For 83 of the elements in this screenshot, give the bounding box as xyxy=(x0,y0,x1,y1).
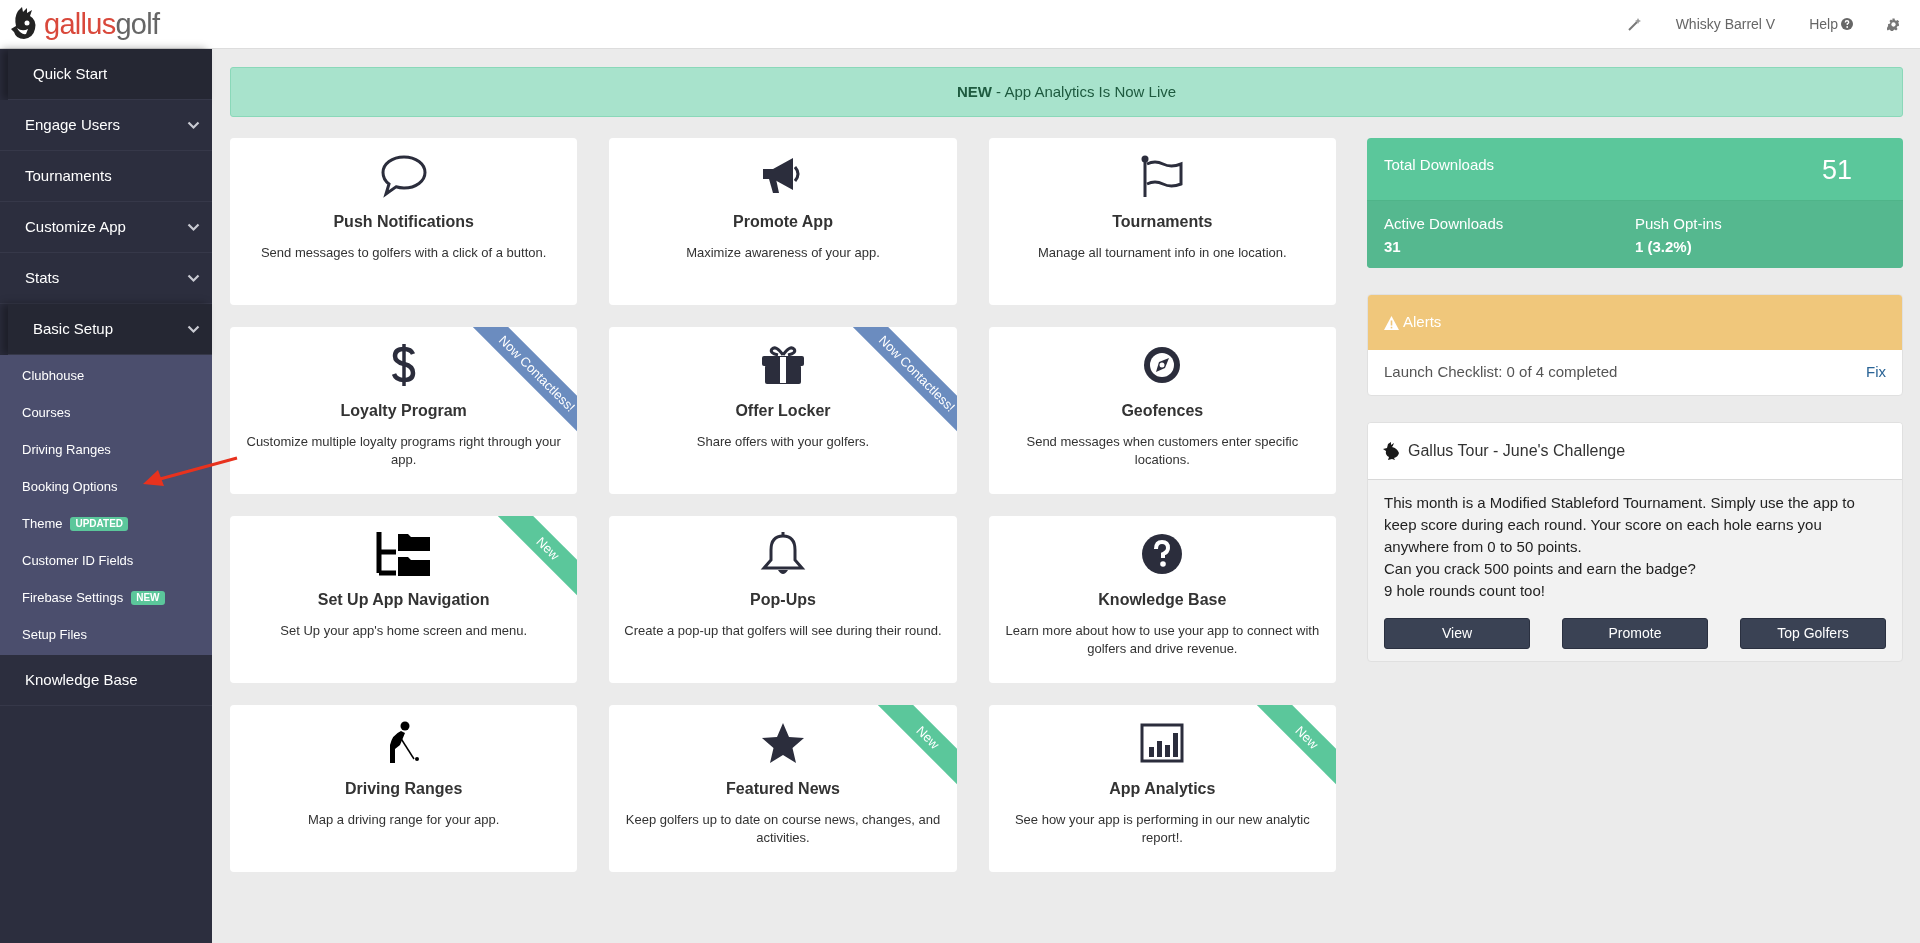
logo-text: gallusgolf xyxy=(44,9,160,39)
card-title: Geofences xyxy=(1121,401,1204,421)
compass-icon xyxy=(1142,345,1183,385)
submenu-item[interactable]: Firebase Settings NEW xyxy=(0,579,212,616)
card-title: App Analytics xyxy=(1109,779,1216,799)
challenge-title: Gallus Tour - June's Challenge xyxy=(1408,441,1626,461)
stat-label: Push Opt-ins xyxy=(1635,214,1723,234)
submenu-item[interactable]: Setup Files xyxy=(0,616,212,653)
help-link[interactable]: Help xyxy=(1809,13,1853,35)
stat-value: 51 xyxy=(1821,154,1852,187)
settings-icon[interactable] xyxy=(1887,17,1900,31)
question-circle-icon xyxy=(1141,533,1184,575)
card-title: Offer Locker xyxy=(735,401,831,421)
card-title: Knowledge Base xyxy=(1098,590,1227,610)
card-title: Tournaments xyxy=(1112,212,1213,232)
stat-value: 1 (3.2%) xyxy=(1635,236,1693,257)
warning-icon xyxy=(1384,315,1399,330)
card-title: Set Up App Navigation xyxy=(317,590,490,610)
submenu-item[interactable]: Courses xyxy=(0,394,212,431)
submenu-item[interactable]: Booking Options xyxy=(0,468,212,505)
chevron-down-icon xyxy=(187,324,200,334)
challenge-text: 9 hole rounds count too! xyxy=(1384,581,1546,601)
submenu-item[interactable]: Theme UPDATED xyxy=(0,505,212,542)
alerts-title: Alerts xyxy=(1403,312,1442,333)
submenu-item[interactable]: Driving Ranges xyxy=(0,431,212,468)
challenge-text: Can you crack 500 points and earn the badge? xyxy=(1384,559,1697,579)
magic-wand-icon[interactable] xyxy=(1627,17,1642,31)
flag-icon xyxy=(1139,154,1186,198)
challenge-button[interactable]: Top Golfers xyxy=(1740,618,1886,649)
submenu-label: Firebase Settings xyxy=(22,588,124,607)
feature-card[interactable]: Promote App Maximize awareness of your app. xyxy=(609,138,957,305)
card-description: Maximize awareness of your app. xyxy=(686,244,880,262)
fix-link[interactable]: Fix xyxy=(1866,361,1886,384)
feature-card[interactable]: Pop-Ups Create a pop-up that golfers will see during their round. xyxy=(609,516,957,683)
card-title: Loyalty Program xyxy=(340,401,467,421)
stat-value: 31 xyxy=(1384,236,1402,257)
card-description: Map a driving range for your app. xyxy=(307,811,500,829)
sidebar-item[interactable]: Basic Setup xyxy=(8,304,212,355)
card-description: Share offers with your golfers. xyxy=(696,433,870,451)
bar-chart-icon xyxy=(1140,723,1185,763)
card-title: Pop-Ups xyxy=(750,590,816,610)
dollar-sign-icon xyxy=(390,343,417,387)
gift-icon xyxy=(762,345,804,385)
feature-card[interactable]: Push Notifications Send messages to golfers with a click of a button. xyxy=(230,138,578,305)
card-description: Send messages to golfers with a click of a button. xyxy=(260,244,547,262)
chevron-down-icon xyxy=(187,120,200,130)
card-title: Driving Ranges xyxy=(345,779,463,799)
card-title: Push Notifications xyxy=(333,212,474,232)
challenge-button[interactable]: View xyxy=(1384,618,1530,649)
announcement-text: NEW - App Analytics Is Now Live xyxy=(956,81,1177,102)
challenge-button[interactable]: Promote xyxy=(1562,618,1708,649)
alert-text: Launch Checklist: 0 of 4 completed xyxy=(1384,362,1618,383)
card-title: Promote App xyxy=(733,212,833,232)
card-description: Set Up your app's home screen and menu. xyxy=(280,622,528,640)
status-tag: UPDATED xyxy=(70,516,129,531)
status-tag: NEW xyxy=(131,590,165,605)
account-link[interactable]: Whisky Barrel V xyxy=(1675,13,1776,35)
card-description: Customize multiple loyalty programs right through your app. xyxy=(245,433,562,469)
card-description: Create a pop-up that golfers will see during their round. xyxy=(624,622,942,640)
stat-label: Total Downloads xyxy=(1384,155,1495,175)
stat-label: Active Downloads xyxy=(1384,214,1505,234)
sidebar-item[interactable]: Quick Start xyxy=(8,49,212,100)
rooster-icon xyxy=(1383,442,1400,460)
feature-card[interactable]: Tournaments Manage all tournament info in one location. xyxy=(988,138,1336,305)
card-description: See how your app is performing in our new analytic report!. xyxy=(1013,811,1311,847)
submenu-item[interactable]: Customer ID Fields xyxy=(0,542,212,579)
chevron-down-icon xyxy=(187,222,200,232)
submenu-item[interactable]: Clubhouse xyxy=(0,357,212,394)
speech-bubble-icon xyxy=(379,154,428,198)
submenu-label: Theme xyxy=(22,514,63,533)
card-description: Learn more about how to use your app to connect with golfers and drive revenue. xyxy=(1004,622,1321,658)
feature-card[interactable]: Geofences Send messages when customers enter specific locations. xyxy=(988,327,1336,494)
feature-card[interactable]: Knowledge Base Learn more about how to use your app to connect with golfers and drive revenue. xyxy=(988,516,1336,683)
help-icon xyxy=(1841,18,1853,30)
card-description: Manage all tournament info in one location. xyxy=(1038,244,1287,262)
chevron-down-icon xyxy=(187,273,200,283)
star-icon xyxy=(761,722,805,764)
folder-tree-icon xyxy=(375,530,432,578)
card-description: Send messages when customers enter specific locations. xyxy=(1025,433,1300,469)
feature-card[interactable]: Driving Ranges Map a driving range for your app. xyxy=(230,705,578,872)
card-title: Featured News xyxy=(726,779,840,799)
challenge-text: This month is a Modified Stableford Tournament. Simply use the app to keep score during each round. Your score on each hole earns you anywhere from 0 to 50 points. xyxy=(1384,493,1856,557)
card-description: Keep golfers up to date on course news, changes, and activities. xyxy=(624,811,942,847)
